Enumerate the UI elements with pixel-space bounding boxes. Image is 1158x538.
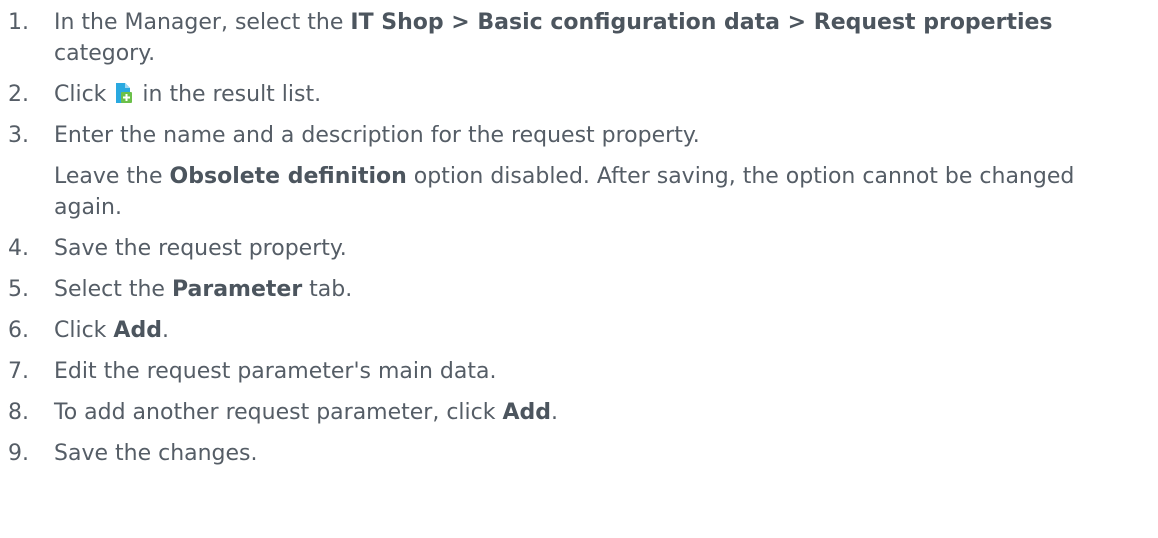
step-1: 1. In the Manager, select the IT Shop > … bbox=[0, 7, 1158, 69]
step-text: Click Add. bbox=[54, 318, 169, 343]
step-number: 1. bbox=[8, 10, 29, 35]
step-7: 7. Edit the request parameter's main dat… bbox=[0, 356, 1158, 387]
step-number: 3. bbox=[8, 123, 29, 148]
instruction-document: 1. In the Manager, select the IT Shop > … bbox=[0, 0, 1158, 538]
step-number: 4. bbox=[8, 236, 29, 261]
step-number: 9. bbox=[8, 441, 29, 466]
step-text: Select the Parameter tab. bbox=[54, 277, 353, 302]
menu-path: IT Shop > Basic configuration data > Req… bbox=[350, 10, 1053, 35]
step-3: 3. Enter the name and a description for … bbox=[0, 120, 1158, 223]
step-number: 6. bbox=[8, 318, 29, 343]
step-number: 7. bbox=[8, 359, 29, 384]
step-note: Leave the Obsolete definition option dis… bbox=[54, 164, 1075, 220]
step-number: 5. bbox=[8, 277, 29, 302]
step-8: 8. To add another request parameter, cli… bbox=[0, 397, 1158, 428]
option-name: Obsolete definition bbox=[169, 164, 407, 189]
step-2: 2. Click in the result list. bbox=[0, 79, 1158, 110]
add-document-icon bbox=[115, 82, 133, 104]
step-text: Save the request property. bbox=[54, 236, 347, 261]
tab-name: Parameter bbox=[171, 277, 303, 302]
button-name: Add bbox=[113, 318, 162, 343]
step-6: 6. Click Add. bbox=[0, 315, 1158, 346]
step-number: 8. bbox=[8, 400, 29, 425]
step-text: Enter the name and a description for the… bbox=[54, 120, 1144, 223]
step-text: Edit the request parameter's main data. bbox=[54, 359, 497, 384]
step-text: In the Manager, select the IT Shop > Bas… bbox=[54, 10, 1053, 66]
button-name: Add bbox=[502, 400, 552, 425]
step-9: 9. Save the changes. bbox=[0, 438, 1158, 469]
step-text: Save the changes. bbox=[54, 441, 258, 466]
step-5: 5. Select the Parameter tab. bbox=[0, 274, 1158, 305]
step-number: 2. bbox=[8, 82, 29, 107]
step-4: 4. Save the request property. bbox=[0, 233, 1158, 264]
step-text: To add another request parameter, click … bbox=[54, 400, 559, 425]
step-text: Click in the result list. bbox=[54, 82, 322, 107]
